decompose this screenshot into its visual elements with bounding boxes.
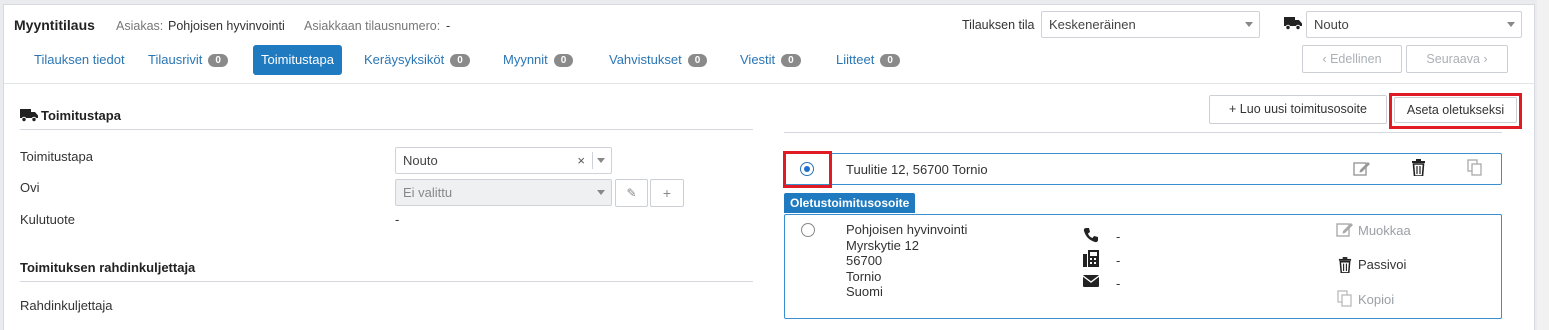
tab-sales[interactable]: Myynnit 0 — [495, 45, 581, 75]
method-select[interactable]: Nouto × — [395, 147, 612, 174]
truck-icon — [20, 109, 38, 122]
passivate-action[interactable]: Passivoi — [1358, 257, 1406, 272]
method-label: Toimitustapa — [20, 149, 93, 164]
count-badge: 0 — [553, 54, 574, 67]
address-zip: 56700 — [846, 253, 883, 268]
edit-action[interactable]: Muokkaa — [1358, 223, 1411, 238]
tab-confirmations[interactable]: Vahvistukset 0 — [601, 45, 715, 75]
section-divider — [784, 132, 1502, 133]
delivery-select-value: Nouto — [1314, 17, 1349, 32]
count-badge: 0 — [880, 54, 900, 67]
method-select-value: Nouto — [403, 153, 438, 168]
pencil-icon: ✎ — [626, 186, 637, 200]
address-text: Tuulitie 12, 56700 Tornio — [846, 162, 988, 177]
tab-attachments[interactable]: Liitteet 0 — [828, 45, 908, 75]
count-badge: 0 — [450, 54, 470, 67]
edit-icon[interactable] — [1353, 160, 1371, 177]
order-panel: Myyntitilaus Asiakas: Pohjoisen hyvinvoi… — [3, 4, 1536, 330]
chevron-down-icon — [1245, 22, 1253, 27]
tab-picking-units[interactable]: Keräysyksiköt 0 — [356, 45, 478, 75]
clear-icon[interactable]: × — [577, 153, 585, 168]
fax-icon — [1083, 250, 1099, 267]
page-title: Myyntitilaus — [14, 17, 95, 33]
trash-icon[interactable] — [1411, 159, 1426, 176]
envelope-icon — [1083, 275, 1099, 287]
phone-value: - — [1116, 229, 1121, 244]
status-select[interactable]: Keskeneräinen — [1041, 11, 1260, 38]
door-select[interactable]: Ei valittu — [395, 179, 612, 206]
edit-door-button[interactable]: ✎ — [615, 179, 648, 207]
default-address-tag: Oletustoimitusosoite — [784, 193, 916, 213]
plus-icon: + — [662, 185, 672, 201]
tab-order-info[interactable]: Tilauksen tiedot — [26, 45, 133, 75]
address-radio-selected[interactable] — [800, 162, 814, 176]
chevron-down-icon — [597, 158, 605, 163]
new-address-button[interactable]: + Luo uusi toimitusosoite — [1209, 95, 1387, 124]
copy-icon[interactable] — [1467, 159, 1483, 176]
email-value: - — [1116, 276, 1121, 291]
set-default-button[interactable]: Aseta oletukseksi — [1394, 97, 1517, 123]
count-badge: 0 — [208, 54, 228, 67]
address-country: Suomi — [846, 284, 883, 299]
carrier-section-title: Toimituksen rahdinkuljettaja — [20, 260, 196, 275]
address-city: Tornio — [846, 268, 882, 284]
address-name: Pohjoisen hyvinvointi — [846, 222, 968, 237]
previous-button[interactable]: ‹ Edellinen — [1302, 45, 1402, 73]
door-label: Ovi — [20, 180, 40, 195]
scrollbar[interactable] — [1537, 0, 1549, 330]
consumable-value: - — [395, 212, 400, 227]
next-button[interactable]: Seuraava › — [1406, 45, 1508, 73]
status-select-value: Keskeneräinen — [1049, 17, 1136, 32]
consumable-label: Kulutuote — [20, 212, 75, 227]
customer-value: Pohjoisen hyvinvointi — [168, 19, 285, 33]
phone-icon — [1083, 228, 1098, 243]
truck-icon — [1284, 17, 1302, 30]
address-radio[interactable] — [801, 223, 815, 237]
address-street: Myrskytie 12 — [846, 237, 919, 253]
edit-icon — [1336, 223, 1353, 237]
order-number-value: - — [446, 19, 451, 33]
chevron-down-icon — [597, 190, 605, 195]
chevron-down-icon — [1507, 22, 1515, 27]
tab-order-rows[interactable]: Tilausrivit 0 — [140, 45, 236, 75]
section-divider — [20, 281, 753, 282]
tab-delivery-method[interactable]: Toimitustapa — [253, 45, 342, 75]
copy-icon — [1337, 290, 1352, 307]
section-title-delivery: Toimitustapa — [41, 108, 121, 123]
count-badge: 0 — [781, 54, 801, 67]
fax-value: - — [1116, 253, 1121, 268]
copy-action[interactable]: Kopioi — [1358, 292, 1394, 307]
door-select-placeholder: Ei valittu — [403, 185, 453, 200]
trash-icon — [1338, 257, 1352, 273]
delivery-select[interactable]: Nouto — [1306, 11, 1522, 38]
add-door-button[interactable]: + — [650, 179, 684, 207]
status-label: Tilauksen tila — [962, 18, 1035, 32]
section-divider — [20, 129, 753, 130]
count-badge: 0 — [687, 54, 708, 67]
carrier-label: Rahdinkuljettaja — [20, 298, 113, 313]
tab-messages[interactable]: Viestit 0 — [732, 45, 809, 75]
header-divider — [4, 83, 1536, 84]
default-address-block: Pohjoisen hyvinvointi Myrskytie 12 56700… — [846, 222, 967, 300]
order-number-label: Asiakkaan tilausnumero: — [304, 19, 441, 33]
customer-label: Asiakas: — [116, 19, 164, 33]
